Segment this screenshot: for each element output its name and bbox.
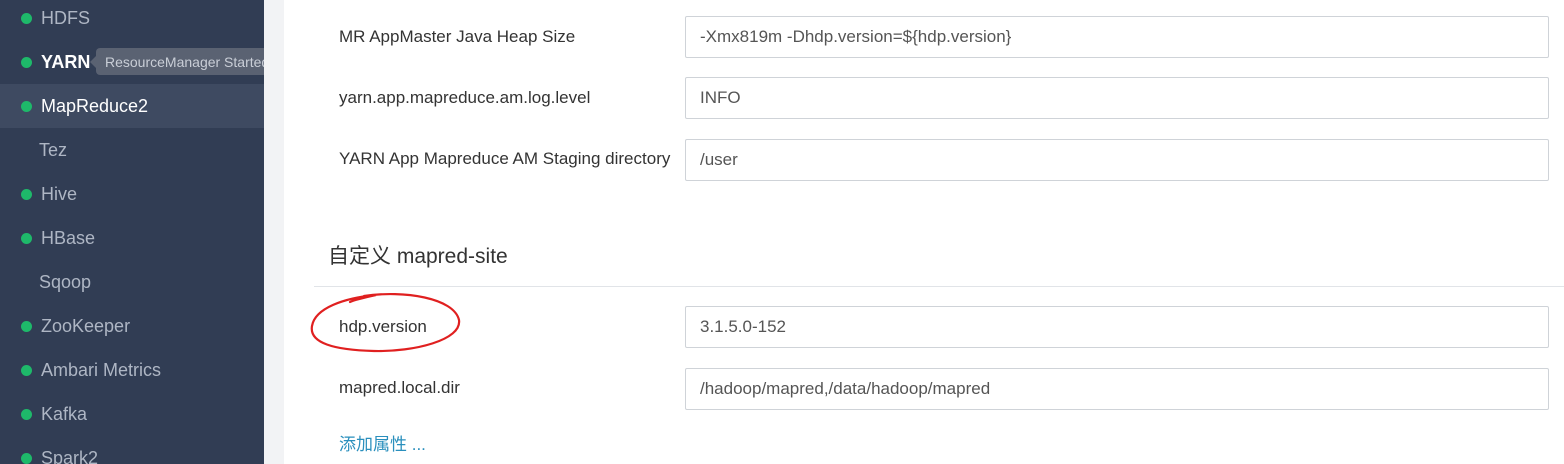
config-label: hdp.version xyxy=(339,317,427,336)
status-dot-icon xyxy=(21,452,32,464)
section-title: 自定义 mapred-site xyxy=(328,245,508,268)
sidebar-item-label: MapReduce2 xyxy=(41,95,149,116)
sidebar-item-zookeeper[interactable]: ZooKeeper xyxy=(0,304,264,348)
sidebar-item-label: Ambari Metrics xyxy=(41,359,162,380)
section-divider xyxy=(314,286,1564,287)
config-label: yarn.app.mapreduce.am.log.level xyxy=(339,88,591,107)
status-dot-icon xyxy=(21,56,32,68)
config-value-field[interactable]: INFO xyxy=(685,77,1549,119)
sidebar-item-label: Tez xyxy=(39,139,68,160)
config-value-field[interactable]: 3.1.5.0-152 xyxy=(685,306,1549,348)
sidebar-item-hive[interactable]: Hive xyxy=(0,172,264,216)
config-label: YARN App Mapreduce AM Staging directory xyxy=(339,149,671,168)
sidebar-item-label: YARN xyxy=(41,51,91,72)
status-dot-icon xyxy=(21,232,32,244)
status-dot-icon xyxy=(21,188,32,200)
status-dot-icon xyxy=(21,12,32,24)
sidebar-item-label: Hive xyxy=(41,183,78,204)
sidebar-item-label: HDFS xyxy=(41,7,90,28)
config-value-field[interactable]: -Xmx819m -Dhdp.version=${hdp.version} xyxy=(685,16,1549,58)
config-label: mapred.local.dir xyxy=(339,378,460,397)
config-value-field[interactable]: /hadoop/mapred,/data/hadoop/mapred xyxy=(685,368,1549,410)
sidebar-item-spark2[interactable]: Spark2 xyxy=(0,436,264,464)
status-dot-icon xyxy=(21,408,32,420)
config-value-field[interactable]: /user xyxy=(685,139,1549,181)
sidebar-item-label: Spark2 xyxy=(41,447,99,464)
config-panel: MR AppMaster Java Heap Size -Xmx819m -Dh… xyxy=(284,0,1564,464)
status-tooltip: ResourceManager Started xyxy=(89,48,264,75)
add-property-link[interactable]: 添加属性 ... xyxy=(339,430,426,455)
sidebar-item-tez[interactable]: Tez xyxy=(0,128,264,172)
sidebar-item-sqoop[interactable]: Sqoop xyxy=(0,260,264,304)
sidebar-item-label: ZooKeeper xyxy=(41,315,131,336)
content-gutter xyxy=(264,0,284,464)
status-dot-icon xyxy=(21,364,32,376)
config-label: MR AppMaster Java Heap Size xyxy=(339,27,576,46)
status-dot-icon xyxy=(21,100,32,112)
sidebar-item-kafka[interactable]: Kafka xyxy=(0,392,264,436)
status-dot-icon xyxy=(21,320,32,332)
sidebar-item-ambari-metrics[interactable]: Ambari Metrics xyxy=(0,348,264,392)
sidebar-item-label: HBase xyxy=(41,227,96,248)
sidebar-item-mapreduce2[interactable]: MapReduce2 xyxy=(0,84,264,128)
sidebar-item-label: Sqoop xyxy=(39,271,92,292)
sidebar-item-hbase[interactable]: HBase xyxy=(0,216,264,260)
sidebar-item-label: Kafka xyxy=(41,403,88,424)
sidebar-nav: HDFS YARN MapReduce2 Tez Hive HBase Sqoo… xyxy=(0,0,264,464)
sidebar-item-hdfs[interactable]: HDFS xyxy=(0,0,264,40)
